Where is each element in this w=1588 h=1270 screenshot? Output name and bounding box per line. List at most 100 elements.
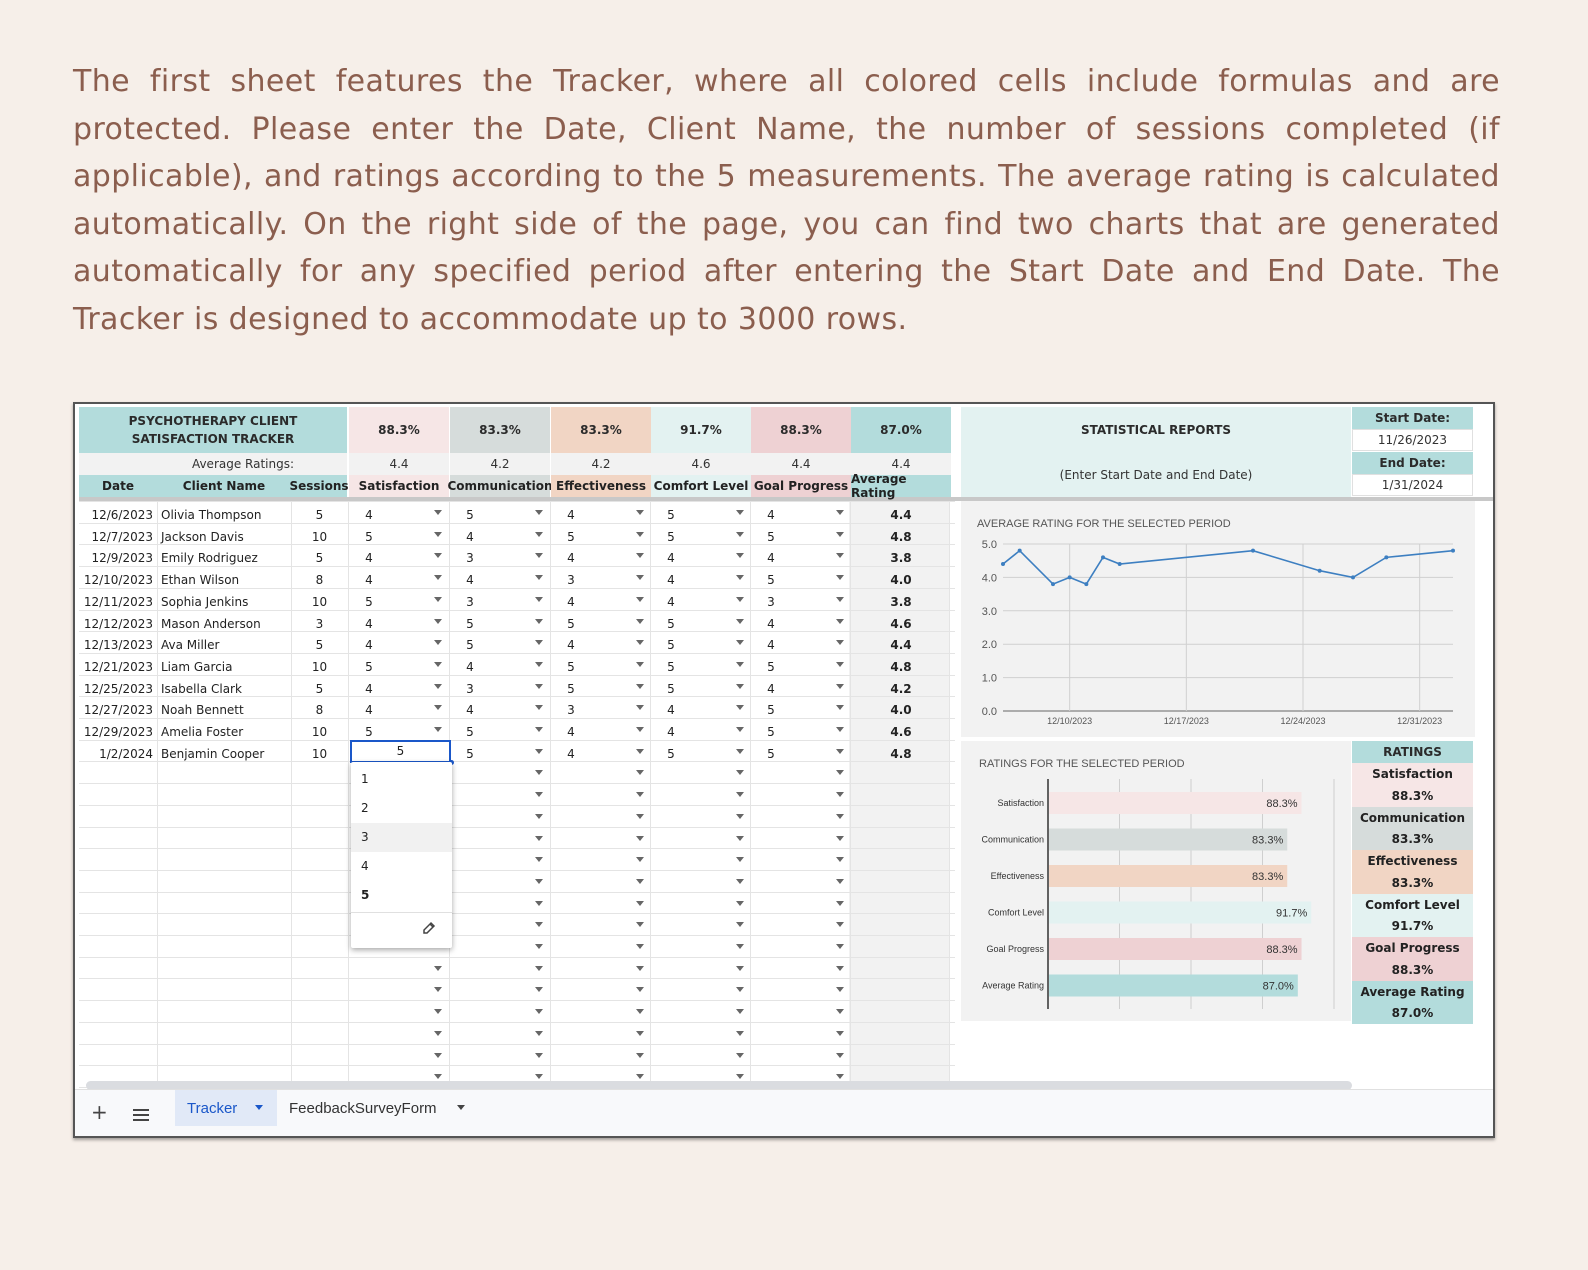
date-cell[interactable]: 1/2/2024	[79, 744, 153, 765]
chevron-down-icon[interactable]	[836, 727, 844, 732]
active-cell-satisfaction[interactable]: 5	[350, 740, 451, 763]
chevron-down-icon[interactable]	[836, 705, 844, 711]
chevron-down-icon[interactable]	[636, 987, 644, 993]
tab-feedback-survey-form[interactable]: FeedbackSurveyForm	[277, 1090, 477, 1126]
chevron-down-icon[interactable]	[535, 965, 543, 971]
chevron-down-icon[interactable]	[736, 640, 744, 646]
chevron-down-icon[interactable]	[535, 878, 543, 884]
chevron-down-icon[interactable]	[636, 531, 644, 537]
date-cell[interactable]: 12/13/2023	[79, 635, 153, 656]
rating-cell[interactable]: 5	[631, 679, 711, 700]
chevron-down-icon[interactable]	[457, 1105, 465, 1110]
chevron-down-icon[interactable]	[736, 1052, 744, 1058]
chevron-down-icon[interactable]	[636, 618, 644, 624]
chevron-down-icon[interactable]	[736, 987, 744, 993]
chevron-down-icon[interactable]	[836, 596, 844, 602]
rating-cell[interactable]: 4	[531, 548, 611, 569]
chevron-down-icon[interactable]	[434, 575, 442, 581]
rating-cell[interactable]: 4	[531, 505, 611, 526]
chevron-down-icon[interactable]	[434, 987, 442, 993]
chevron-down-icon[interactable]	[836, 618, 844, 624]
start-date-value[interactable]: 11/26/2023	[1352, 429, 1473, 451]
chevron-down-icon[interactable]	[736, 770, 744, 776]
chevron-down-icon[interactable]	[535, 792, 543, 798]
chevron-down-icon[interactable]	[636, 835, 644, 841]
chevron-down-icon[interactable]	[736, 922, 744, 928]
client-name-cell[interactable]: Olivia Thompson	[161, 505, 291, 526]
rating-cell[interactable]: 5	[731, 722, 811, 743]
chevron-down-icon[interactable]	[636, 878, 644, 884]
chevron-down-icon[interactable]	[636, 748, 644, 754]
rating-cell[interactable]: 5	[531, 679, 611, 700]
rating-cell[interactable]: 5	[531, 527, 611, 548]
dropdown-option[interactable]: 2	[351, 794, 452, 823]
rating-cell[interactable]: 4	[731, 614, 811, 635]
rating-cell[interactable]: 5	[731, 700, 811, 721]
chevron-down-icon[interactable]	[434, 510, 442, 515]
rating-cell[interactable]: 4	[731, 679, 811, 700]
chevron-down-icon[interactable]	[836, 900, 844, 906]
rating-cell[interactable]: 5	[631, 614, 711, 635]
chevron-down-icon[interactable]	[434, 965, 442, 971]
chevron-down-icon[interactable]	[736, 575, 744, 581]
rating-cell[interactable]: 5	[631, 527, 711, 548]
chevron-down-icon[interactable]	[255, 1105, 263, 1110]
rating-cell[interactable]: 4	[531, 592, 611, 613]
chevron-down-icon[interactable]	[836, 510, 844, 515]
chevron-down-icon[interactable]	[434, 618, 442, 624]
date-cell[interactable]: 12/29/2023	[79, 722, 153, 743]
date-cell[interactable]: 12/27/2023	[79, 700, 153, 721]
chevron-down-icon[interactable]	[535, 596, 543, 602]
chevron-down-icon[interactable]	[836, 1009, 844, 1015]
date-cell[interactable]: 12/9/2023	[79, 548, 153, 569]
rating-cell[interactable]: 4	[631, 548, 711, 569]
rating-cell[interactable]: 4	[531, 744, 611, 765]
chevron-down-icon[interactable]	[434, 705, 442, 711]
chevron-down-icon[interactable]	[434, 531, 442, 537]
client-name-cell[interactable]: Isabella Clark	[161, 679, 291, 700]
chevron-down-icon[interactable]	[535, 640, 543, 646]
rating-cell[interactable]: 4	[631, 570, 711, 591]
chevron-down-icon[interactable]	[535, 1030, 543, 1036]
client-name-cell[interactable]: Benjamin Cooper	[161, 744, 291, 765]
chevron-down-icon[interactable]	[636, 965, 644, 971]
date-cell[interactable]: 12/21/2023	[79, 657, 153, 678]
rating-cell[interactable]: 5	[731, 527, 811, 548]
chevron-down-icon[interactable]	[535, 661, 543, 667]
date-cell[interactable]: 12/25/2023	[79, 679, 153, 700]
end-date-value[interactable]: 1/31/2024	[1352, 474, 1473, 496]
chevron-down-icon[interactable]	[535, 575, 543, 581]
chevron-down-icon[interactable]	[836, 987, 844, 993]
dropdown-option[interactable]: 3	[351, 823, 452, 852]
rating-cell[interactable]: 4	[531, 635, 611, 656]
chevron-down-icon[interactable]	[535, 1052, 543, 1058]
chevron-down-icon[interactable]	[434, 596, 442, 602]
chevron-down-icon[interactable]	[736, 553, 744, 559]
chevron-down-icon[interactable]	[636, 792, 644, 798]
rating-cell[interactable]: 5	[631, 505, 711, 526]
chevron-down-icon[interactable]	[636, 575, 644, 581]
chevron-down-icon[interactable]	[836, 1074, 844, 1080]
chevron-down-icon[interactable]	[535, 835, 543, 841]
chevron-down-icon[interactable]	[535, 510, 543, 515]
chevron-down-icon[interactable]	[636, 683, 644, 689]
chevron-down-icon[interactable]	[836, 1030, 844, 1036]
chevron-down-icon[interactable]	[736, 1074, 744, 1080]
chevron-down-icon[interactable]	[736, 683, 744, 689]
chevron-down-icon[interactable]	[535, 705, 543, 711]
date-cell[interactable]: 12/7/2023	[79, 527, 153, 548]
chevron-down-icon[interactable]	[434, 1009, 442, 1015]
plus-icon[interactable]: +	[91, 1100, 108, 1124]
chevron-down-icon[interactable]	[836, 575, 844, 581]
tab-tracker[interactable]: Tracker	[175, 1090, 277, 1126]
chevron-down-icon[interactable]	[636, 922, 644, 928]
chevron-down-icon[interactable]	[836, 1052, 844, 1058]
chevron-down-icon[interactable]	[736, 596, 744, 602]
chevron-down-icon[interactable]	[636, 944, 644, 949]
chevron-down-icon[interactable]	[535, 1009, 543, 1015]
date-cell[interactable]: 12/6/2023	[79, 505, 153, 526]
client-name-cell[interactable]: Noah Bennett	[161, 700, 291, 721]
rating-cell[interactable]: 4	[731, 548, 811, 569]
chevron-down-icon[interactable]	[836, 683, 844, 689]
rating-cell[interactable]: 5	[531, 614, 611, 635]
